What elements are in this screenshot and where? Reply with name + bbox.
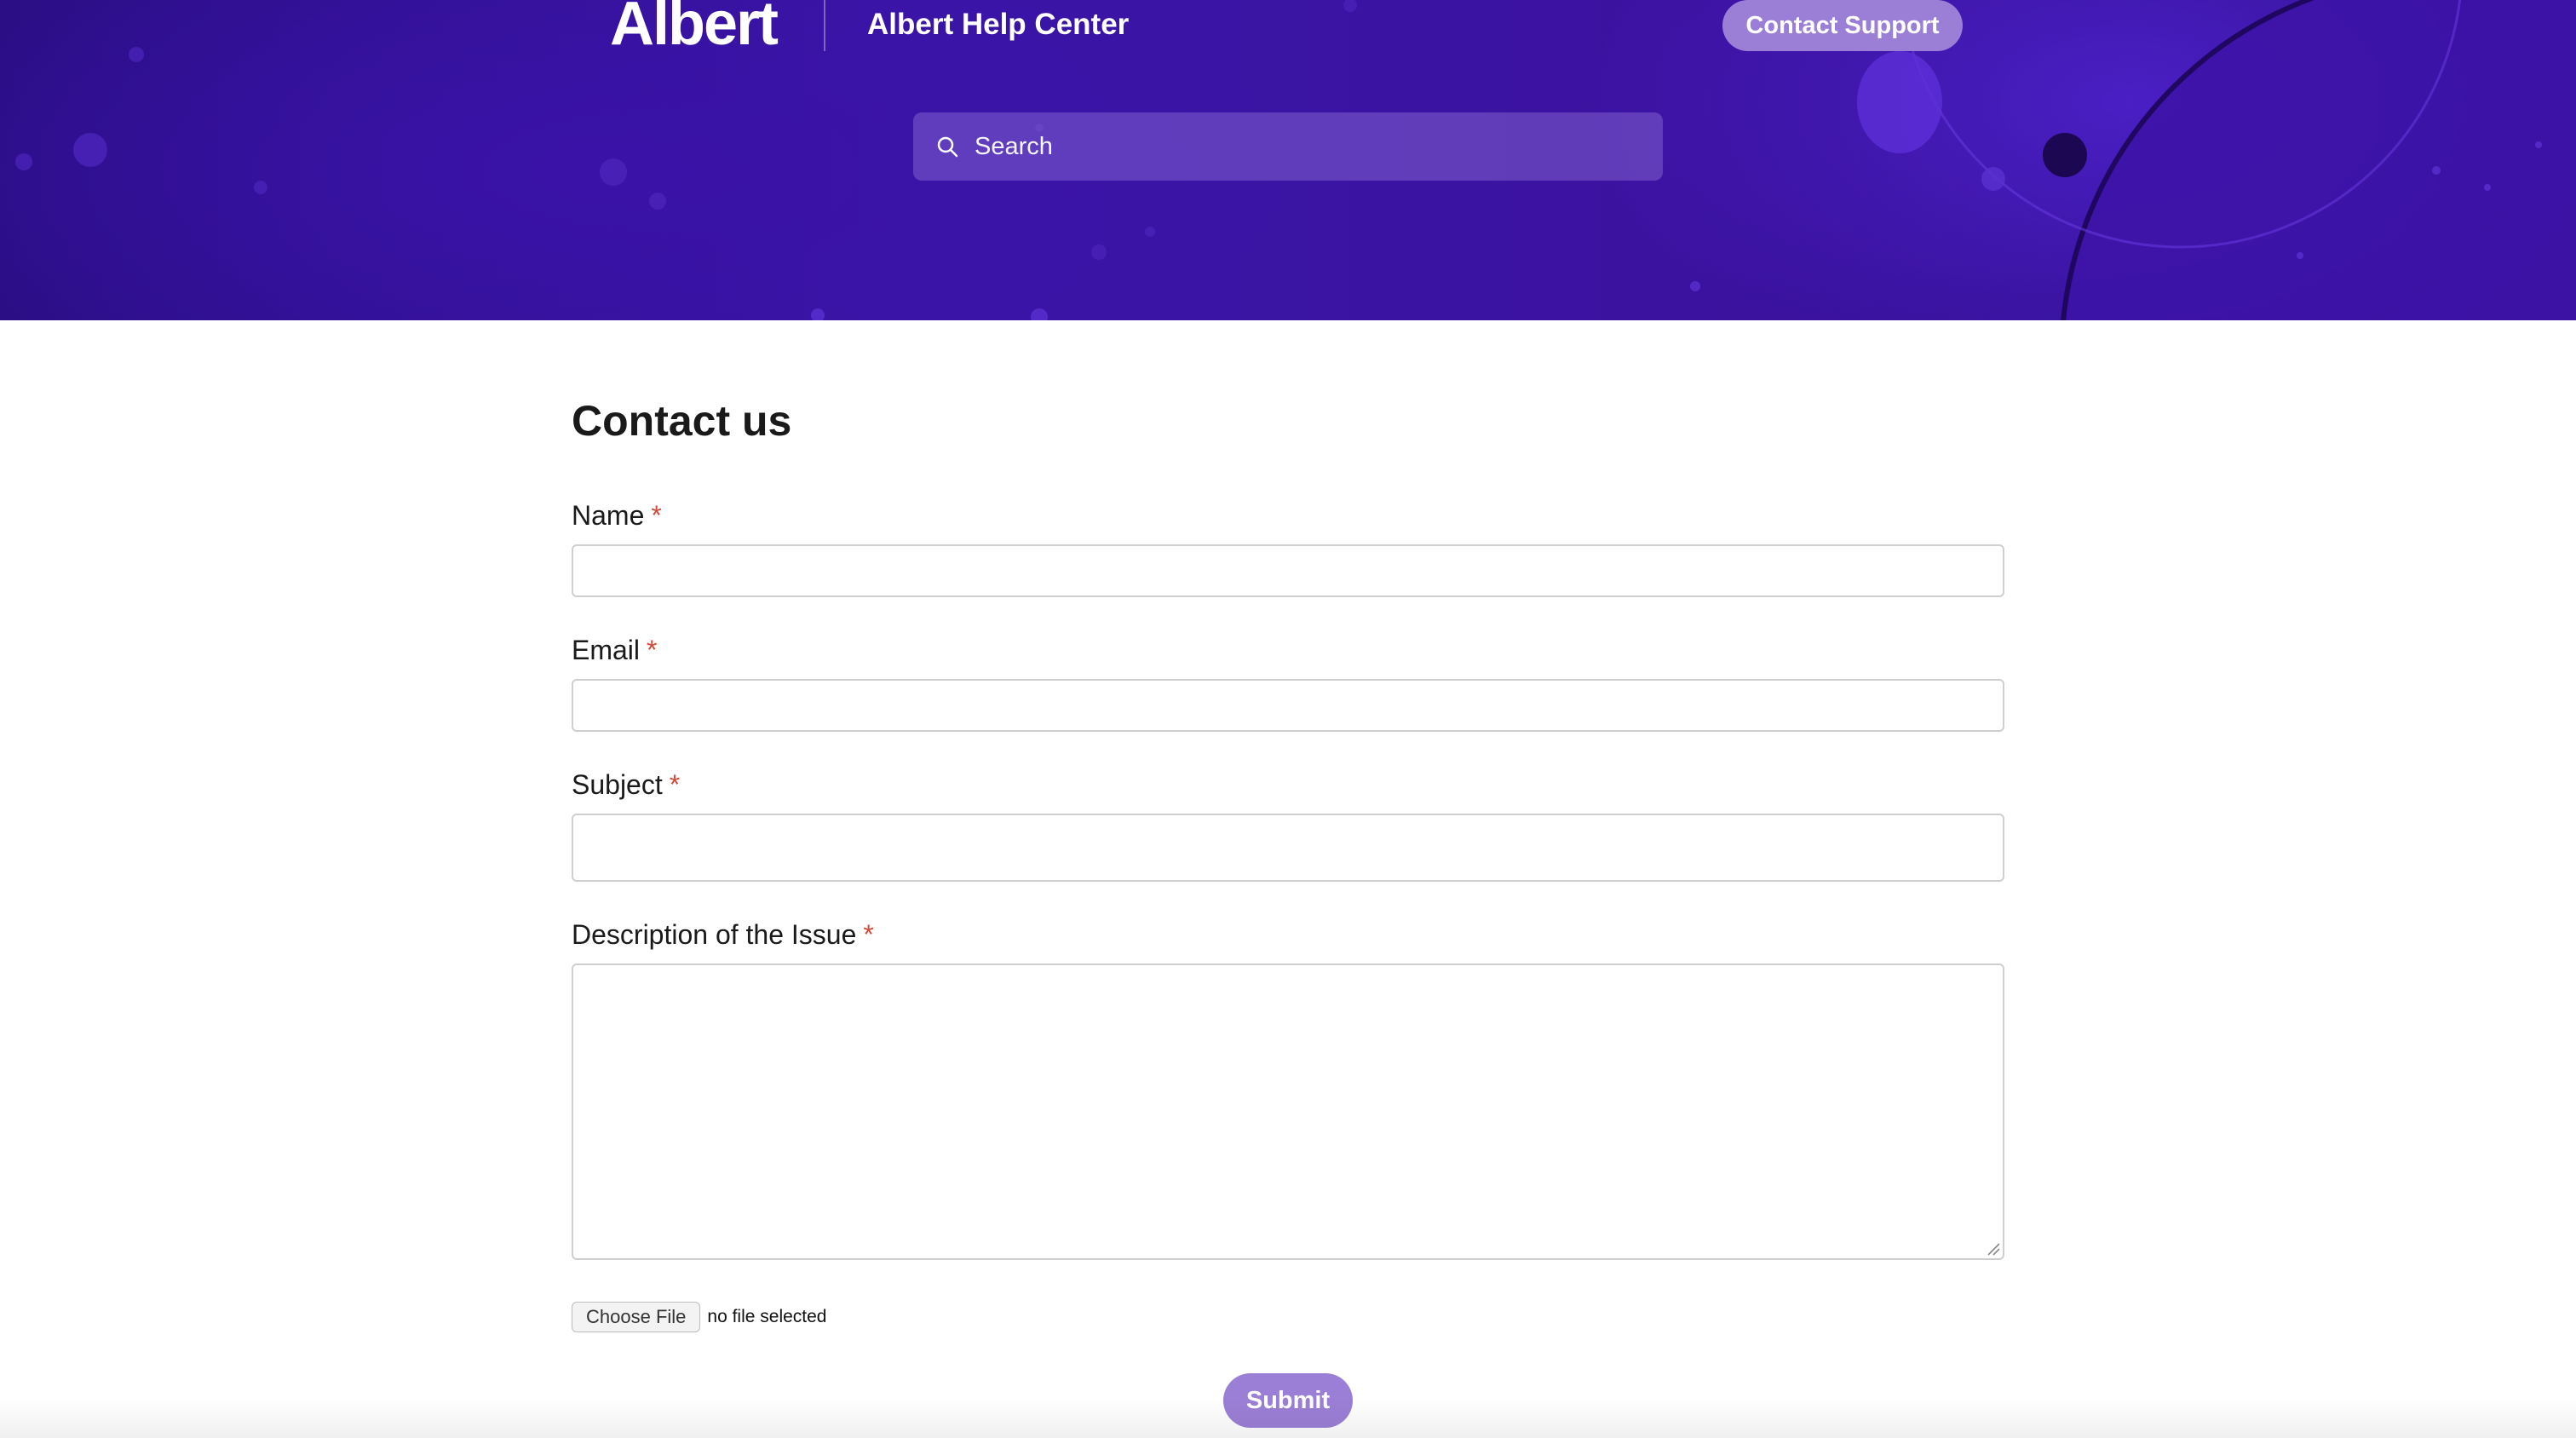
email-label: Email * (572, 631, 657, 669)
required-marker: * (647, 635, 658, 665)
resize-grip-icon[interactable] (1985, 1240, 2000, 1256)
name-label: Name * (572, 497, 662, 534)
description-textarea[interactable] (572, 963, 2004, 1260)
hero-header: Albert Albert Help Center Contact Suppor… (0, 0, 2576, 320)
required-marker: * (651, 500, 662, 531)
search-box[interactable] (913, 112, 1663, 181)
email-field[interactable] (572, 679, 2004, 732)
description-label-text: Description of the Issue (572, 919, 857, 950)
required-marker: * (669, 769, 681, 800)
albert-logo[interactable]: Albert (610, 0, 779, 58)
search-input[interactable] (973, 120, 1641, 173)
submit-button[interactable]: Submit (1223, 1373, 1353, 1428)
description-label: Description of the Issue * (572, 916, 874, 953)
page-title: Contact us (572, 397, 792, 445)
file-attachment: Choose File no file selected (572, 1302, 826, 1332)
subject-field[interactable] (572, 814, 2004, 882)
file-status: no file selected (707, 1307, 827, 1326)
subject-label: Subject * (572, 766, 680, 803)
name-label-text: Name (572, 500, 645, 531)
search-icon (937, 136, 958, 158)
choose-file-button[interactable]: Choose File (572, 1302, 701, 1332)
subject-label-text: Subject (572, 769, 663, 800)
required-marker: * (863, 919, 874, 950)
help-center-title[interactable]: Albert Help Center (867, 5, 1129, 44)
email-label-text: Email (572, 635, 641, 665)
logo-divider (824, 0, 825, 51)
contact-support-button[interactable]: Contact Support (1722, 0, 1963, 51)
name-field[interactable] (572, 544, 2004, 597)
